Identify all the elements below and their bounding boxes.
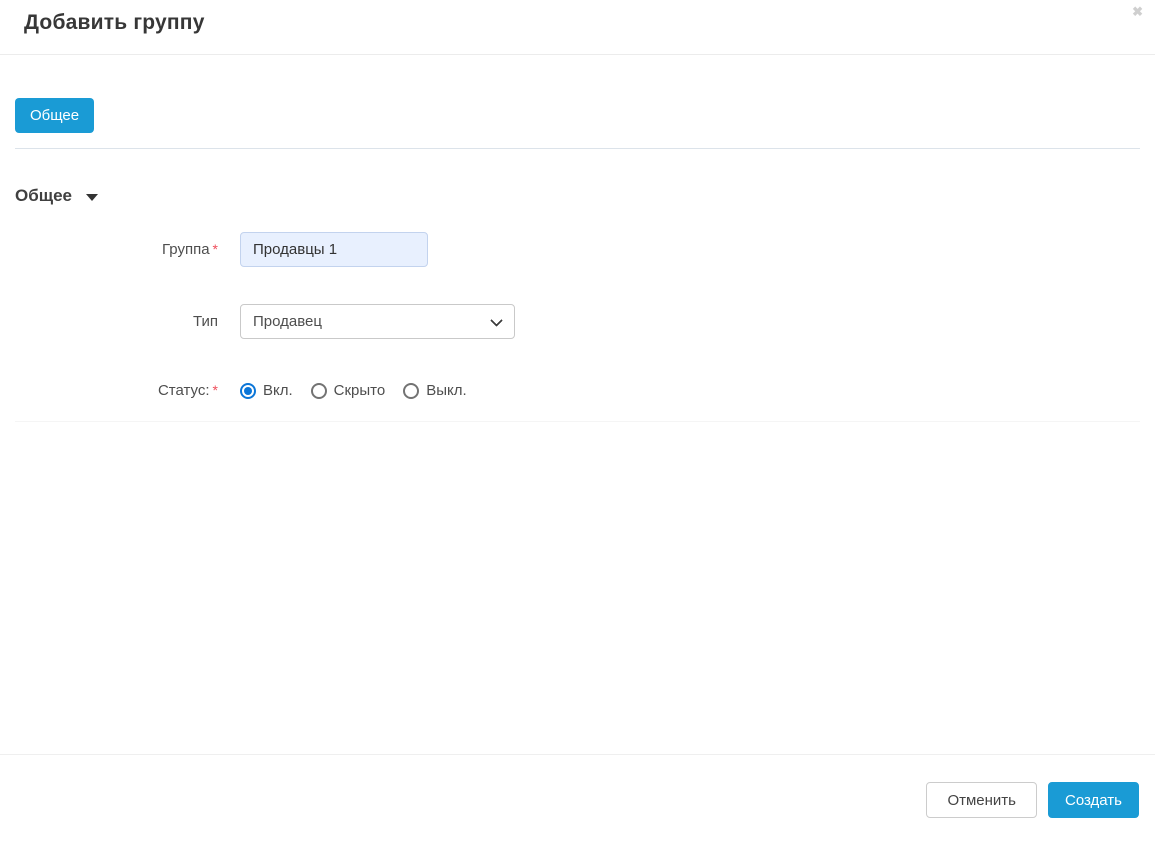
caret-down-icon xyxy=(86,194,98,201)
radio-label-on[interactable]: Вкл. xyxy=(263,382,293,399)
required-asterisk: * xyxy=(213,241,218,257)
required-asterisk: * xyxy=(213,382,218,398)
group-label-text: Группа xyxy=(162,241,210,258)
radio-option-off[interactable]: Выкл. xyxy=(403,382,466,399)
radio-option-on[interactable]: Вкл. xyxy=(240,382,293,399)
radio-icon-on[interactable] xyxy=(240,383,256,399)
type-label: Тип xyxy=(15,313,240,330)
form-row-group: Группа* xyxy=(15,232,1140,267)
group-input[interactable] xyxy=(240,232,428,267)
cancel-button[interactable]: Отменить xyxy=(926,782,1037,818)
form-row-status: Статус:* Вкл. Скрыто Выкл. xyxy=(15,382,1140,399)
page-title: Добавить группу xyxy=(24,11,205,35)
section-title: Общее xyxy=(15,186,72,206)
tab-bar: Общее xyxy=(15,98,1140,133)
group-label: Группа* xyxy=(15,241,240,258)
section-toggle-general[interactable]: Общее xyxy=(15,186,98,206)
section-end-divider xyxy=(15,421,1140,422)
status-radio-group: Вкл. Скрыто Выкл. xyxy=(240,382,485,399)
radio-option-hidden[interactable]: Скрыто xyxy=(311,382,386,399)
modal-body: Общее Общее Группа* Тип Продавец xyxy=(0,55,1155,754)
type-select[interactable]: Продавец xyxy=(240,304,515,339)
radio-label-off[interactable]: Выкл. xyxy=(426,382,466,399)
type-select-wrap: Продавец xyxy=(240,304,515,339)
create-button[interactable]: Создать xyxy=(1048,782,1139,818)
form-row-type: Тип Продавец xyxy=(15,304,1140,339)
type-label-text: Тип xyxy=(193,313,218,330)
close-icon[interactable]: ✖ xyxy=(1130,3,1145,20)
tab-general[interactable]: Общее xyxy=(15,98,94,133)
radio-icon-hidden[interactable] xyxy=(311,383,327,399)
radio-label-hidden[interactable]: Скрыто xyxy=(334,382,386,399)
modal-footer: Отменить Создать xyxy=(0,754,1155,842)
modal-header: Добавить группу ✖ xyxy=(0,0,1155,55)
radio-icon-off[interactable] xyxy=(403,383,419,399)
add-group-modal: Добавить группу ✖ Общее Общее Группа* Ти… xyxy=(0,0,1155,842)
status-label: Статус:* xyxy=(15,382,240,399)
status-label-text: Статус: xyxy=(158,382,210,399)
general-form: Группа* Тип Продавец Статус:* Вкл. xyxy=(15,232,1140,399)
tabs-divider xyxy=(15,148,1140,149)
